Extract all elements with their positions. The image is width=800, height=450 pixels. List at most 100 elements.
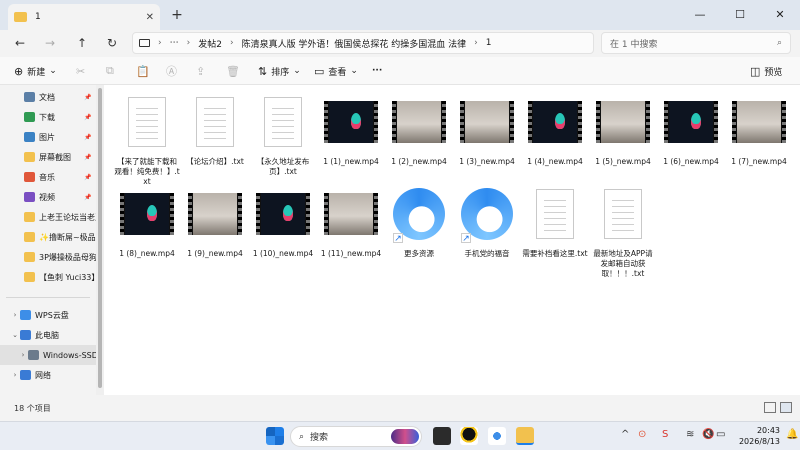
preview-pane-icon: ◫ (750, 64, 761, 78)
chevron-down-icon: ⌄ (293, 66, 301, 76)
file-thumbnail (596, 93, 650, 151)
file-item[interactable]: ↗ 手机党的福音 (454, 185, 520, 259)
close-button[interactable]: ✕ (760, 0, 800, 30)
sidebar-item[interactable]: › 网络 (0, 365, 96, 385)
file-item[interactable]: 1 (4)_new.mp4 (522, 93, 588, 167)
tab-1[interactable]: 1 ✕ (8, 4, 160, 30)
sidebar-item[interactable]: ⌄ 此电脑 (0, 325, 96, 345)
start-icon[interactable] (266, 427, 284, 445)
sidebar-item[interactable]: 上老王论坛当老王 (0, 207, 96, 227)
app-icon[interactable] (488, 427, 506, 445)
breadcrumb-item[interactable]: 陈清泉真人版 学外语！俄国侯总探花 约操多国混血 法律 (242, 37, 467, 50)
file-item[interactable]: 需要补档看这里.txt (522, 185, 588, 259)
rename-button[interactable]: Ⓐ (166, 62, 177, 80)
file-item[interactable]: 1 (7)_new.mp4 (726, 93, 792, 167)
pin-icon: 📌 (84, 193, 92, 201)
sidebar-item[interactable]: › Windows-SSD (0, 345, 96, 365)
drive-icon (28, 350, 39, 360)
file-explorer-icon[interactable] (516, 427, 534, 445)
minimize-button[interactable]: — (680, 0, 720, 30)
folder-icon (24, 272, 35, 282)
ime-icon[interactable]: S (662, 429, 668, 440)
file-item[interactable]: 【来了就能下载和观看！纯免费！】.txt (114, 93, 180, 187)
forward-arrow-icon[interactable]: → (40, 34, 60, 52)
paste-button[interactable]: 📋 (136, 62, 150, 80)
video-file-icon (528, 101, 582, 143)
file-thumbnail (460, 93, 514, 151)
breadcrumb-item[interactable]: 发帖2 (198, 37, 222, 50)
address-row: ← → ↑ ↻ › ⋯ › 发帖2 › 陈清泉真人版 学外语！俄国侯总探花 约操… (0, 30, 800, 56)
speaker-muted-icon[interactable]: 🔇 (702, 429, 714, 440)
file-item[interactable]: 【论坛介绍】.txt (182, 93, 248, 167)
sidebar-item-label: ✨撸断屌~极品 (39, 232, 96, 242)
video-logo-icon (555, 113, 565, 129)
folder-icon (14, 12, 27, 22)
taskbar-search[interactable]: ⌕ 搜索 (290, 426, 422, 447)
file-item[interactable]: 1 (11)_new.mp4 (318, 185, 384, 259)
sidebar-scrollbar-thumb[interactable] (98, 88, 102, 388)
qq-icon[interactable] (460, 427, 478, 445)
video-file-icon (324, 193, 378, 235)
delete-button[interactable]: 🗑 (226, 62, 240, 80)
notification-icon[interactable]: 🔔 (786, 429, 798, 440)
details-view-icon[interactable] (764, 402, 776, 413)
sort-button[interactable]: ⇅ 排序 ⌄ (258, 62, 301, 80)
sidebar-item[interactable]: 下载 📌 (0, 107, 96, 127)
sidebar-item[interactable]: › WPS云盘 (0, 305, 96, 325)
file-item[interactable]: 最新地址及APP请发邮箱自动获取！！！.txt (590, 185, 656, 279)
chevron-down-icon[interactable]: ⌄ (10, 331, 20, 339)
file-item[interactable]: 1 (6)_new.mp4 (658, 93, 724, 167)
file-item[interactable]: 1 (3)_new.mp4 (454, 93, 520, 167)
view-button[interactable]: ▭ 查看 ⌄ (314, 62, 358, 80)
sidebar-item[interactable]: 屏幕截图 📌 (0, 147, 96, 167)
more-options-button[interactable]: ··· (372, 62, 382, 80)
wifi-icon[interactable]: ≋ (686, 429, 694, 440)
preview-button[interactable]: ◫ 预览 (750, 62, 782, 80)
file-item[interactable]: ↗ 更多资源 (386, 185, 452, 259)
sidebar-item[interactable]: 文档 📌 (0, 87, 96, 107)
file-name: 1 (5)_new.mp4 (595, 157, 651, 166)
clock[interactable]: 20:43 2026/8/13 (724, 425, 780, 447)
view-icon: ▭ (314, 64, 325, 78)
sidebar-item[interactable]: 3P爆操极品母狗 (0, 247, 96, 267)
file-item[interactable]: 1 (8)_new.mp4 (114, 185, 180, 259)
file-thumbnail: ↗ (460, 185, 514, 244)
refresh-icon[interactable]: ↻ (102, 34, 122, 52)
chevron-right-icon[interactable]: › (10, 371, 20, 379)
address-bar[interactable]: › ⋯ › 发帖2 › 陈清泉真人版 学外语！俄国侯总探花 约操多国混血 法律 … (132, 32, 594, 54)
back-arrow-icon[interactable]: ← (10, 34, 30, 52)
file-name: 【来了就能下载和观看！纯免费！】.txt (114, 157, 180, 186)
copy-button[interactable]: ⧉ (106, 62, 114, 80)
cut-button[interactable]: ✂ (76, 62, 85, 80)
sidebar-item[interactable]: 【鱼刺 Yuci33】 (0, 267, 96, 287)
breadcrumb-item[interactable]: 1 (486, 38, 492, 48)
sidebar-item[interactable]: ✨撸断屌~极品 (0, 227, 96, 247)
large-icons-view-icon[interactable] (780, 402, 792, 413)
search-input[interactable]: 在 1 中搜索 ⌕ (601, 32, 791, 54)
task-view-icon[interactable] (433, 427, 451, 445)
share-button[interactable]: ⇪ (196, 62, 205, 80)
file-item[interactable]: 1 (2)_new.mp4 (386, 93, 452, 167)
new-tab-button[interactable]: + (168, 6, 186, 24)
tab-close-icon[interactable]: ✕ (146, 12, 154, 23)
wps-icon[interactable]: ⊙ (638, 429, 646, 440)
file-thumbnail (256, 185, 310, 243)
sidebar-item[interactable]: 视频 📌 (0, 187, 96, 207)
chevron-right-icon[interactable]: › (18, 351, 28, 359)
breadcrumb-more[interactable]: ⋯ (170, 38, 179, 48)
chevron-right-icon[interactable]: › (10, 311, 20, 319)
sidebar-item[interactable]: 音乐 📌 (0, 167, 96, 187)
sidebar-item-label: 图片 (39, 132, 55, 142)
file-item[interactable]: 1 (10)_new.mp4 (250, 185, 316, 259)
file-item[interactable]: 1 (9)_new.mp4 (182, 185, 248, 259)
sidebar-item[interactable]: 图片 📌 (0, 127, 96, 147)
up-arrow-icon[interactable]: ↑ (72, 34, 92, 52)
file-item[interactable]: 1 (5)_new.mp4 (590, 93, 656, 167)
plus-circle-icon: ⊕ (14, 64, 24, 78)
maximize-button[interactable]: ☐ (720, 0, 760, 30)
file-item[interactable]: 【永久地址发布页】.txt (250, 93, 316, 177)
tray-chevron-icon[interactable]: ^ (621, 429, 629, 440)
file-item[interactable]: 1 (1)_new.mp4 (318, 93, 384, 167)
file-list: 【来了就能下载和观看！纯免费！】.txt 【论坛介绍】.txt 【永久地址发布页】.… (104, 85, 800, 395)
new-button[interactable]: ⊕ 新建 ⌄ (14, 62, 57, 80)
